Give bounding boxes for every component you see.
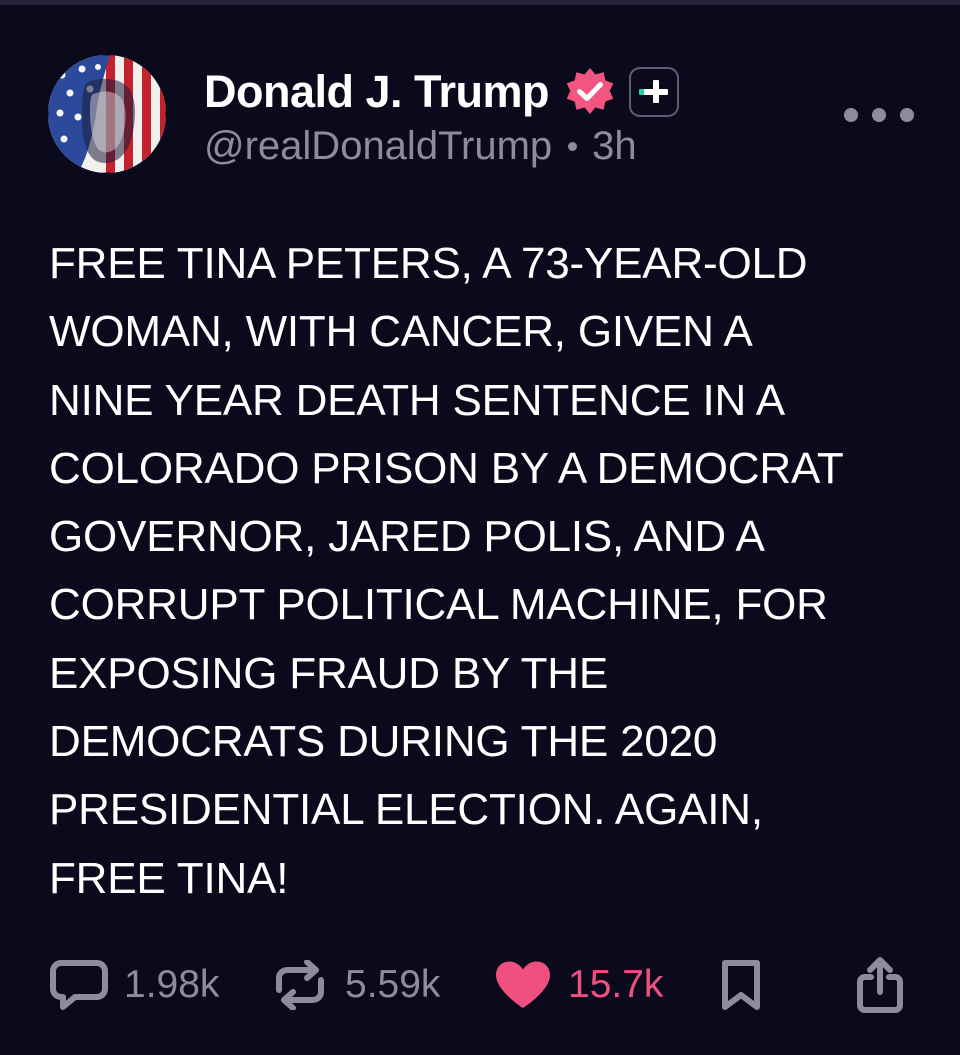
avatar-image: [48, 55, 166, 173]
reply-icon: [50, 960, 108, 1010]
post-actions-bar: 1.98k 5.59k 15.7k: [0, 950, 960, 1020]
share-button[interactable]: [856, 957, 904, 1013]
share-icon: [857, 957, 903, 1013]
repost-button[interactable]: 5.59k: [271, 960, 440, 1010]
reply-count: 1.98k: [124, 963, 220, 1006]
bookmark-icon: [722, 960, 760, 1010]
separator-dot: [568, 142, 578, 151]
repost-count: 5.59k: [345, 963, 441, 1006]
top-divider: [0, 0, 960, 5]
verified-badge-icon: [566, 68, 614, 114]
bookmark-button[interactable]: [719, 960, 763, 1010]
reply-button[interactable]: 1.98k: [50, 960, 219, 1010]
author-handle[interactable]: @realDonaldTrump: [204, 124, 552, 169]
heart-icon: [496, 961, 550, 1008]
like-button[interactable]: 15.7k: [494, 960, 663, 1010]
more-options-icon[interactable]: [844, 98, 914, 132]
author-display-name[interactable]: Donald J. Trump: [204, 66, 550, 118]
post-text: FREE TINA PETERS, A 73-YEAR-OLD WOMAN, W…: [49, 239, 844, 903]
like-count: 15.7k: [568, 963, 664, 1006]
avatar[interactable]: [48, 55, 166, 173]
author-meta: @realDonaldTrump 3h: [204, 124, 637, 169]
author-name-row: Donald J. Trump: [204, 63, 680, 121]
post-timestamp[interactable]: 3h: [592, 124, 637, 169]
plus-badge-icon: [629, 67, 680, 117]
repost-icon: [276, 960, 324, 1010]
